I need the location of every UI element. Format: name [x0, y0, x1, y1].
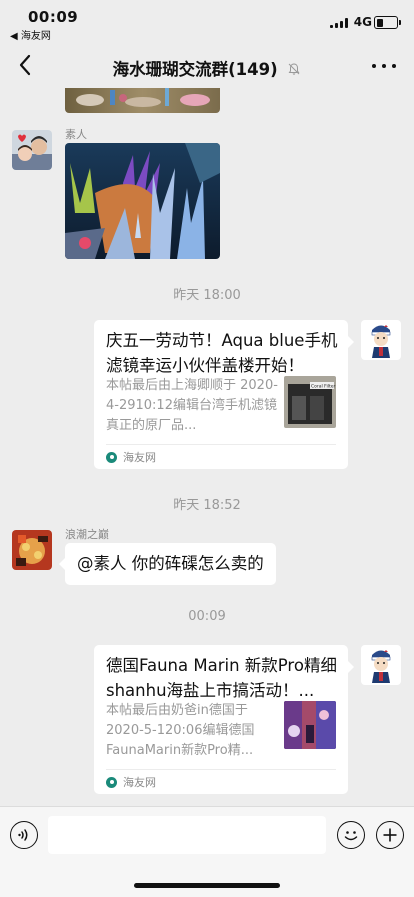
card-divider — [106, 769, 336, 770]
timestamp: 昨天 18:00 — [173, 288, 241, 303]
haiyou-logo-icon — [106, 451, 117, 463]
network-type: 4G — [353, 15, 372, 29]
haiyou-logo-icon — [106, 776, 117, 788]
voice-icon[interactable] — [10, 821, 38, 849]
nav-bar: 海水珊瑚交流群(149) — [0, 44, 414, 88]
card-title: 德国Fauna Marin 新款Pro精细shanhu海盐上市搞活动！... — [106, 656, 337, 700]
status-bar: 00:09 ◀ 海友网 4G — [0, 0, 414, 44]
message-input[interactable] — [48, 816, 326, 854]
card-desc: 本帖最后由上海卿顺于 2020-4-2910:12编辑台湾手机滤镜真正的原厂品.… — [106, 378, 278, 433]
chat-area[interactable]: 素人 昨天 18:00 庆五一劳动节！Aqua blue手机滤镜幸运小伙伴盖楼开… — [0, 88, 414, 806]
card-source: 海友网 — [106, 449, 156, 465]
coral-tank-photo-message[interactable] — [65, 143, 220, 259]
sender-name: 浪潮之巅 — [65, 528, 109, 541]
sender-name: 素人 — [65, 128, 87, 141]
plus-icon[interactable] — [376, 821, 404, 849]
avatar-langchao[interactable] — [12, 530, 52, 570]
bell-off-icon — [287, 61, 301, 80]
card-source: 海友网 — [106, 774, 156, 790]
source-name: 海友网 — [123, 451, 156, 464]
signal-icon — [330, 18, 348, 28]
input-bar — [0, 806, 414, 897]
card-thumbnail: Coral Filter — [284, 376, 336, 428]
chat-title: 海水珊瑚交流群(149) — [112, 60, 278, 79]
emoji-icon[interactable] — [337, 821, 365, 849]
battery-icon — [374, 16, 401, 29]
timestamp: 昨天 18:52 — [173, 498, 241, 513]
timestamp: 00:09 — [188, 609, 226, 624]
link-card[interactable]: 庆五一劳动节！Aqua blue手机滤镜幸运小伙伴盖楼开始！ 本帖最后由上海卿顺… — [94, 320, 354, 469]
avatar-self[interactable] — [361, 645, 401, 685]
thumb-label: Coral Filter — [311, 384, 335, 390]
home-indicator[interactable] — [134, 883, 280, 888]
back-to-app-link[interactable]: ◀ 海友网 — [10, 27, 51, 42]
chevron-left-icon[interactable] — [14, 50, 44, 80]
text-message[interactable]: @素人 你的砗磲怎么卖的 — [59, 543, 276, 585]
more-dots-icon[interactable] — [368, 54, 400, 78]
link-card[interactable]: 德国Fauna Marin 新款Pro精细shanhu海盐上市搞活动！... 本… — [94, 645, 354, 794]
card-divider — [106, 444, 336, 445]
avatar-suren[interactable] — [12, 130, 52, 170]
source-name: 海友网 — [123, 776, 156, 789]
page-title: 海水珊瑚交流群(149) — [60, 56, 354, 80]
card-thumbnail — [284, 701, 336, 749]
avatar-self[interactable] — [361, 320, 401, 360]
card-desc: 本帖最后由奶爸in德国于 2020-5-120:06编辑德国FaunaMarin… — [106, 703, 255, 758]
card-title: 庆五一劳动节！Aqua blue手机滤镜幸运小伙伴盖楼开始！ — [106, 331, 338, 375]
coral-photo-message[interactable] — [65, 88, 220, 113]
status-time: 00:09 — [28, 8, 79, 26]
